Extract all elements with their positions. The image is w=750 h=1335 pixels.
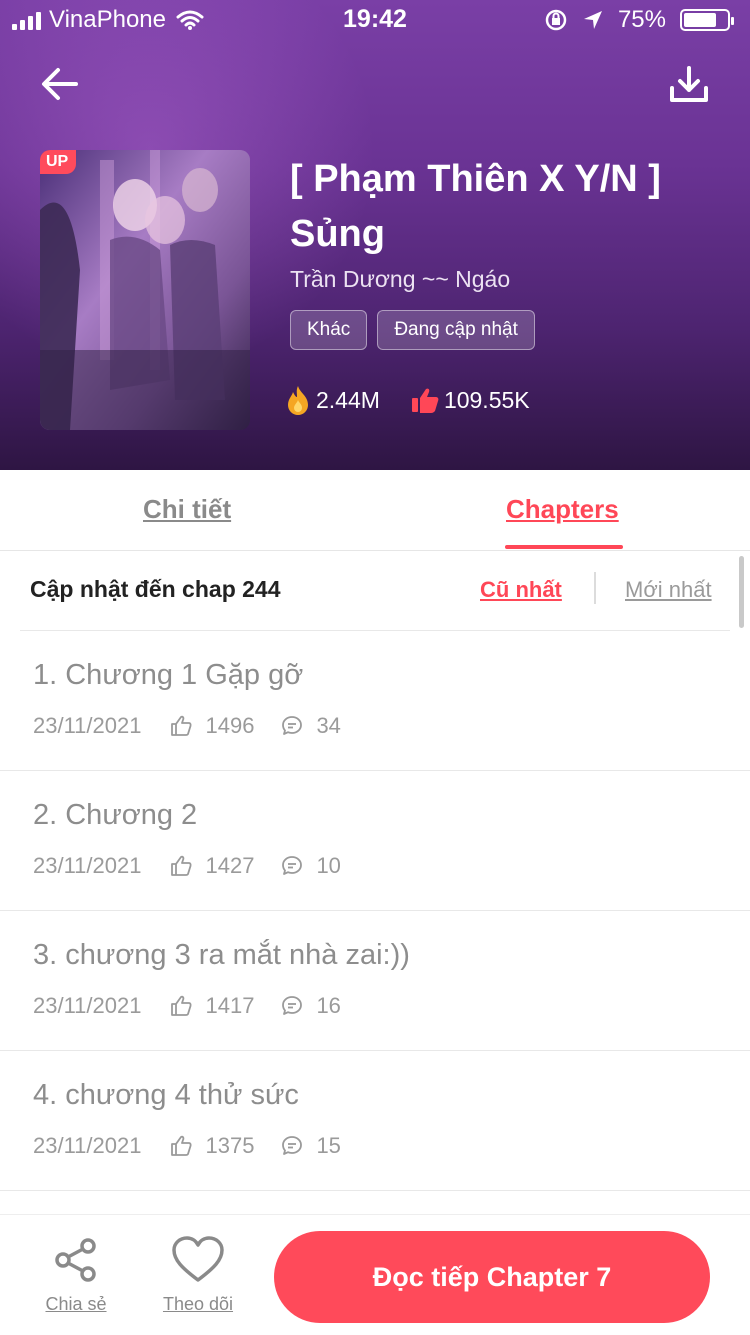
thumbs-up-icon (411, 388, 439, 413)
active-tab-indicator (505, 545, 623, 549)
thumbs-up-outline-icon (171, 855, 193, 876)
chapter-title: 2. Chương 2 (33, 799, 198, 831)
download-button[interactable] (666, 62, 712, 108)
battery-fill (684, 13, 716, 27)
chapter-comment-count: 16 (316, 993, 341, 1018)
chapter-likes: 1375 (169, 1133, 254, 1159)
chapter-comments: 34 (280, 713, 341, 739)
sort-divider (594, 572, 596, 604)
download-icon (670, 66, 708, 102)
chapter-likes: 1417 (169, 993, 254, 1019)
chapter-comment-count: 15 (316, 1133, 341, 1158)
chapter-row[interactable]: 3. chương 3 ra mắt nhà zai:)) 23/11/2021… (0, 911, 750, 1051)
comic-author[interactable]: Trần Dương ~~ Ngáo (290, 266, 510, 293)
thumbs-up-outline-icon (171, 995, 193, 1016)
chapter-meta: 23/11/2021 1427 10 (33, 853, 341, 879)
chapter-like-count: 1496 (205, 713, 255, 738)
comic-stats: 2.44M 109.55K (284, 384, 560, 416)
chapter-like-count: 1375 (205, 1133, 255, 1158)
chapter-comment-count: 34 (316, 713, 341, 738)
sort-oldest-button[interactable]: Cũ nhất (480, 577, 562, 603)
back-button[interactable] (38, 62, 82, 106)
chapter-meta: 23/11/2021 1417 16 (33, 993, 341, 1019)
genre-tag[interactable]: Khác (290, 310, 368, 350)
chapter-likes: 1496 (169, 713, 254, 739)
comment-icon (282, 1136, 303, 1155)
scrollbar[interactable] (739, 556, 744, 628)
battery-icon (680, 9, 734, 31)
chapter-like-count: 1417 (205, 993, 255, 1018)
arrow-left-icon (42, 68, 78, 100)
chapter-date: 23/11/2021 (33, 853, 142, 878)
share-icon (55, 1238, 96, 1282)
likes-count: 109.55K (443, 386, 530, 413)
follow-label: Theo dõi (162, 1294, 234, 1314)
likes-stat: 109.55K (410, 386, 530, 414)
continue-reading-button[interactable]: Đọc tiếp Chapter 7 (274, 1231, 710, 1323)
status-bar: VinaPhone 19:42 75% (0, 0, 750, 40)
heart-icon (172, 1236, 224, 1282)
chapter-title: 4. chương 4 thử sức (33, 1079, 299, 1111)
chapter-like-count: 1427 (205, 853, 255, 878)
chapter-date: 23/11/2021 (33, 713, 142, 738)
comic-header: VinaPhone 19:42 75% UP [Phạm Thiên X Y/… (0, 0, 750, 470)
bottom-action-bar: Chia sẻ Theo dõi Đọc tiếp Chapter 7 (0, 1214, 750, 1335)
chapter-comment-count: 10 (316, 853, 341, 878)
chapter-list-header: Cập nhật đến chap 244 Cũ nhất Mới nhất (20, 550, 730, 631)
comic-title: [ Phạm Thiên X Y/N ] Sủng (290, 158, 661, 255)
thumbs-up-outline-icon (171, 1135, 193, 1156)
tab-chapters[interactable]: Chapters (506, 494, 619, 525)
sort-newest-button[interactable]: Mới nhất (625, 577, 712, 603)
comment-icon (282, 996, 303, 1015)
fire-icon (288, 386, 308, 415)
chapter-comments: 10 (280, 853, 341, 879)
comment-icon (282, 856, 303, 875)
share-label: Chia sẻ (45, 1294, 107, 1314)
orientation-lock-icon (545, 9, 567, 31)
chapter-title: 1. Chương 1 Gặp gỡ (33, 659, 304, 691)
chapter-comments: 16 (280, 993, 341, 1019)
chapter-title: 3. chương 3 ra mắt nhà zai:)) (33, 939, 410, 971)
update-badge: UP (40, 150, 77, 174)
chapter-row[interactable]: 2. Chương 2 23/11/2021 1427 10 (0, 771, 750, 911)
status-tag[interactable]: Đang cập nhật (377, 310, 535, 350)
thumbs-up-outline-icon (171, 715, 193, 736)
chapter-date: 23/11/2021 (33, 993, 142, 1018)
follow-button[interactable]: Theo dõi (156, 1235, 240, 1315)
chapter-row[interactable]: 4. chương 4 thử sức 23/11/2021 1375 15 (0, 1051, 750, 1191)
chapter-date: 23/11/2021 (33, 1133, 142, 1158)
chapter-row[interactable]: 1. Chương 1 Gặp gỡ 23/11/2021 1496 34 (0, 631, 750, 771)
chapter-comments: 15 (280, 1133, 341, 1159)
battery-percent: 75% (617, 6, 666, 33)
views-stat: 2.44M (284, 384, 380, 416)
chapter-meta: 23/11/2021 1496 34 (33, 713, 341, 739)
cover-illustration (40, 150, 250, 430)
chapter-likes: 1427 (169, 853, 254, 879)
share-button[interactable]: Chia sẻ (40, 1235, 112, 1315)
content-tabs: Chi tiết Chapters (0, 470, 750, 551)
location-icon (583, 11, 602, 29)
genre-tags: Khác Đang cập nhật (290, 310, 535, 350)
update-status-label: Cập nhật đến chap 244 (30, 576, 281, 602)
chapter-meta: 23/11/2021 1375 15 (33, 1133, 341, 1159)
views-count: 2.44M (316, 386, 380, 413)
comment-icon (282, 716, 303, 735)
tab-detail[interactable]: Chi tiết (143, 494, 231, 525)
comic-cover[interactable]: UP (40, 150, 250, 430)
